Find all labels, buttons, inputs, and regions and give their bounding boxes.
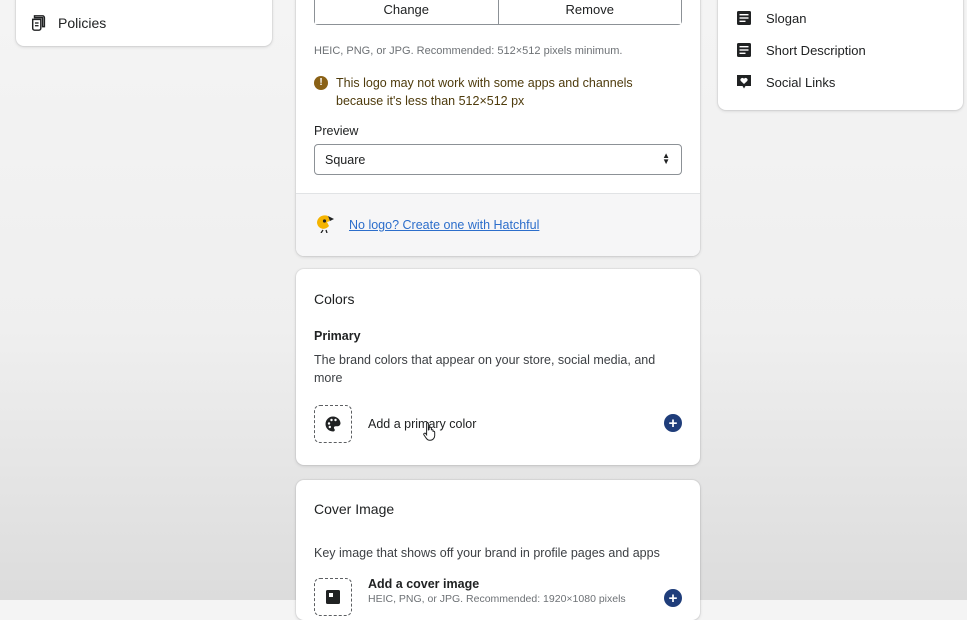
side-item-slogan[interactable]: Slogan (736, 10, 806, 26)
side-item-short-description[interactable]: Short Description (736, 42, 866, 58)
add-primary-color-button[interactable]: + (664, 414, 682, 432)
hatchful-link[interactable]: No logo? Create one with Hatchful (349, 218, 539, 232)
logo-format-hint: HEIC, PNG, or JPG. Recommended: 512×512 … (314, 45, 623, 57)
remove-logo-button[interactable]: Remove (497, 0, 681, 24)
warning-text: This logo may not work with some apps an… (336, 76, 633, 108)
plus-icon: + (668, 414, 678, 432)
cover-image-description: Key image that shows off your brand in p… (314, 546, 660, 560)
preview-label: Preview (314, 124, 359, 138)
warning-icon: ! (314, 76, 328, 90)
cover-image-format-hint: HEIC, PNG, or JPG. Recommended: 1920×108… (368, 593, 626, 605)
hatchful-row: No logo? Create one with Hatchful (296, 193, 700, 256)
hand-cursor-icon (423, 422, 436, 441)
add-cover-image-button[interactable]: + (664, 589, 682, 607)
logo-size-warning: ! This logo may not work with some apps … (314, 74, 674, 110)
primary-color-swatch[interactable] (314, 405, 352, 443)
logo-button-group: Change Remove (314, 0, 682, 25)
cover-image-placeholder[interactable] (314, 578, 352, 616)
side-item-label: Slogan (766, 10, 807, 26)
social-heart-icon (737, 75, 751, 89)
change-logo-button[interactable]: Change (315, 0, 498, 24)
primary-color-description: The brand colors that appear on your sto… (314, 353, 656, 385)
plus-icon: + (668, 589, 678, 607)
palette-icon (325, 416, 341, 432)
brand-sections-card: Slogan Short Description Social Links (718, 0, 963, 110)
policies-icon (31, 15, 46, 31)
colors-card: Colors Primary The brand colors that app… (296, 269, 700, 465)
cover-image-card: Cover Image Key image that shows off you… (296, 480, 700, 620)
primary-color-title: Primary (314, 329, 361, 343)
logo-card: Change Remove HEIC, PNG, or JPG. Recomme… (296, 0, 700, 256)
select-arrows-icon: ▲ ▼ (662, 151, 670, 166)
add-cover-image-label[interactable]: Add a cover image (368, 577, 479, 591)
text-lines-icon (737, 43, 751, 57)
hatchful-icon (317, 215, 334, 233)
nav-item-label: Policies (58, 15, 107, 31)
colors-card-title: Colors (314, 291, 355, 307)
nav-item-policies[interactable]: Policies (30, 14, 106, 32)
side-item-social-links[interactable]: Social Links (736, 74, 835, 90)
preview-select[interactable]: Square ▲ ▼ (314, 144, 682, 175)
image-icon (326, 590, 340, 604)
settings-nav-card: Policies (16, 0, 272, 46)
side-item-label: Short Description (766, 42, 866, 58)
preview-select-value: Square (325, 152, 366, 167)
side-item-label: Social Links (766, 74, 836, 90)
cover-image-card-title: Cover Image (314, 501, 395, 517)
text-lines-icon (737, 11, 751, 25)
